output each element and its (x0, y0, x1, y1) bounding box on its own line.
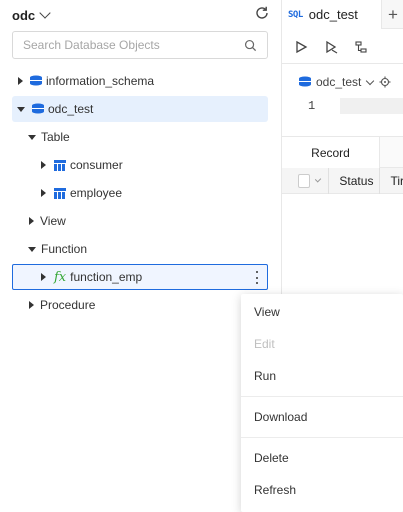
tree-item-function-emp[interactable]: fx function_emp (12, 264, 268, 290)
menu-divider (241, 437, 403, 438)
run-icon[interactable] (294, 40, 308, 54)
chevron-down-icon[interactable] (314, 175, 322, 183)
refresh-icon[interactable] (254, 5, 270, 21)
object-tree-panel: odc Search Database Objects information_… (0, 0, 281, 512)
tree-item-employee[interactable]: employee (12, 180, 268, 206)
tree-item-consumer[interactable]: consumer (12, 152, 268, 178)
tree-item-label: Function (41, 242, 88, 256)
locate-icon[interactable] (379, 76, 391, 88)
menu-item-edit: Edit (254, 337, 275, 351)
tree-item-label: employee (70, 186, 123, 200)
tree-item-odc-test[interactable]: odc_test (12, 96, 268, 122)
sql-icon: SQL (288, 9, 303, 20)
editor-db-name: odc_test (316, 75, 362, 89)
chevron-down-icon (39, 7, 51, 19)
database-icon (30, 75, 42, 86)
tree-item-view[interactable]: View (12, 208, 268, 234)
more-options-icon[interactable] (256, 271, 259, 284)
tree-item-information-schema[interactable]: information_schema (12, 68, 268, 94)
function-icon: fx (54, 269, 67, 285)
tab-record[interactable]: Record (282, 137, 380, 168)
menu-item-run[interactable]: Run (241, 361, 403, 391)
tree-item-table[interactable]: Table (12, 124, 268, 150)
tree-item-label: information_schema (46, 74, 155, 88)
caret-right-icon[interactable] (18, 77, 23, 85)
tree-item-procedure[interactable]: Procedure (12, 292, 268, 318)
context-menu: View Edit Run Download Delete Refresh (241, 294, 403, 512)
tree-item-label: consumer (70, 158, 123, 172)
editor-database-selector[interactable]: odc_test (298, 75, 391, 89)
menu-divider (241, 396, 403, 397)
database-icon (299, 76, 311, 87)
search-placeholder: Search Database Objects (23, 38, 160, 52)
editor-toolbar (282, 30, 403, 64)
menu-item-download[interactable]: Download (241, 402, 403, 432)
chevron-down-icon (366, 76, 375, 85)
caret-right-icon[interactable] (41, 273, 46, 281)
tree-item-label: function_emp (70, 270, 143, 284)
tab-label: odc_test (308, 7, 358, 22)
caret-right-icon[interactable] (41, 189, 46, 197)
tree-item-label: Procedure (40, 298, 96, 312)
result-tab-bar: Record (282, 136, 403, 168)
tree-item-label: Table (41, 130, 70, 144)
run-selected-icon[interactable] (324, 40, 338, 54)
caret-right-icon[interactable] (41, 161, 46, 169)
database-name: odc (12, 7, 36, 23)
caret-right-icon[interactable] (29, 217, 34, 225)
menu-item-view[interactable]: View (241, 297, 403, 327)
column-header-status[interactable]: Status (328, 167, 373, 194)
database-icon (32, 103, 44, 114)
format-icon[interactable] (354, 40, 368, 54)
menu-item-refresh[interactable]: Refresh (241, 475, 403, 505)
tree-item-label: odc_test (48, 102, 94, 116)
tab-odc-test[interactable]: SQL odc_test (282, 0, 382, 29)
table-icon (54, 187, 66, 199)
search-input[interactable]: Search Database Objects (12, 31, 268, 59)
result-grid-header: Status Tir (282, 167, 403, 194)
select-all-checkbox[interactable] (298, 173, 311, 188)
caret-down-icon[interactable] (28, 246, 36, 252)
search-icon[interactable] (244, 39, 257, 52)
code-line[interactable] (340, 98, 403, 114)
column-header-time[interactable]: Tir (379, 167, 403, 194)
editor-tab-bar: SQL odc_test + (282, 0, 403, 29)
add-tab-button[interactable]: + (388, 5, 398, 25)
tree-item-label: View (40, 214, 66, 228)
caret-down-icon[interactable] (17, 106, 25, 112)
caret-right-icon[interactable] (29, 301, 34, 309)
tree-item-function[interactable]: Function (12, 236, 268, 262)
line-number: 1 (308, 99, 316, 113)
menu-item-delete[interactable]: Delete (241, 443, 403, 473)
database-selector[interactable]: odc (12, 6, 51, 24)
table-icon (54, 159, 66, 171)
caret-down-icon[interactable] (28, 134, 36, 140)
